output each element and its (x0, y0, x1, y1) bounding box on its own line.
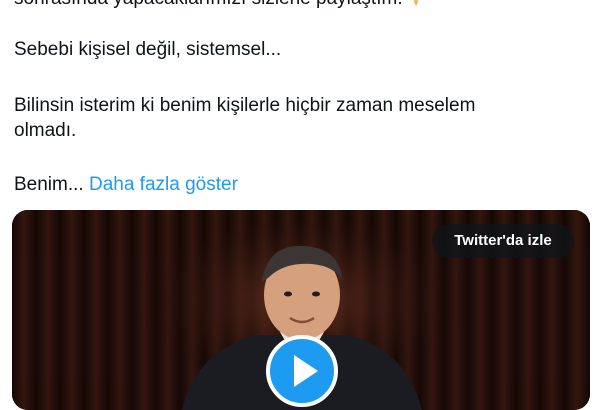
tweet: sonrasında yapacaklarımızı sizlerle payl… (0, 0, 600, 410)
tweet-text-line-1: Sebebi kişisel değil, sistemsel... (14, 39, 282, 60)
play-icon (294, 355, 318, 387)
pencil-icon (412, 0, 420, 6)
show-more-link[interactable]: Daha fazla göster (89, 174, 238, 195)
tweet-text-line-4: Benim... Daha fazla göster (14, 173, 238, 197)
watch-on-twitter-button[interactable]: Twitter'da izle (432, 224, 574, 258)
play-button[interactable] (266, 335, 338, 407)
tweet-text-line-2: Bilinsin isterim ki benim kişilerle hiçb… (14, 95, 476, 116)
tweet-text-truncated: Benim... (14, 174, 84, 195)
tweet-text-line-3: olmadı. (14, 120, 77, 141)
tweet-text-clipped-line: sonrasında yapacaklarımızı sizlerle payl… (14, 0, 420, 11)
